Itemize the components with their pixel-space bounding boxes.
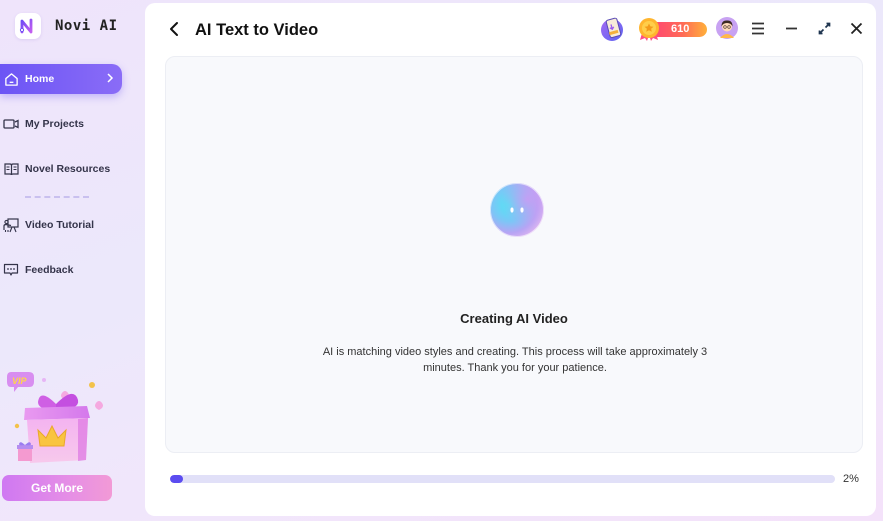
novi-logo-icon — [15, 13, 41, 39]
brand: Novi AI — [15, 13, 118, 39]
sidebar-item-home[interactable]: Home — [0, 64, 122, 94]
menu-button[interactable] — [751, 22, 765, 35]
sidebar-item-feedback[interactable]: Feedback — [0, 255, 122, 285]
chat-bubble-icon — [3, 262, 19, 278]
sidebar-item-label: Feedback — [25, 264, 74, 276]
minimize-button[interactable] — [785, 22, 798, 35]
medal-icon — [637, 17, 661, 41]
ai-orb-icon — [488, 181, 546, 239]
sidebar-item-my-projects[interactable]: My Projects — [0, 109, 122, 139]
get-more-button[interactable]: Get More — [2, 475, 112, 501]
video-generation-card: Creating AI Video AI is matching video s… — [165, 56, 863, 453]
chevron-right-icon — [106, 72, 114, 86]
sidebar: Novi AI Home My Projects Novel Resources… — [0, 0, 145, 521]
maximize-icon — [818, 22, 831, 35]
progress-fill — [170, 475, 184, 483]
sidebar-item-label: Video Tutorial — [25, 219, 95, 231]
avatar-icon — [716, 17, 738, 39]
minimize-icon — [786, 27, 797, 30]
menu-icon — [752, 22, 764, 35]
sidebar-item-label: Home — [25, 73, 55, 85]
points-badge[interactable]: 610 — [637, 17, 707, 41]
progress-label: 2% — [843, 473, 859, 485]
vip-badge-icon: VIP — [7, 372, 34, 392]
sidebar-item-video-tutorial[interactable]: Video Tutorial — [0, 210, 122, 240]
progress-bar — [170, 475, 835, 483]
sidebar-item-label: My Projects — [25, 118, 84, 130]
home-icon — [3, 71, 19, 87]
close-icon — [850, 22, 863, 35]
download-app-icon — [601, 17, 623, 41]
back-icon — [170, 22, 178, 36]
back-button[interactable] — [167, 19, 181, 39]
avatar[interactable] — [716, 17, 738, 39]
sidebar-divider — [25, 196, 89, 198]
sidebar-item-label: Novel Resources — [25, 163, 111, 175]
video-camera-icon — [3, 116, 19, 132]
close-button[interactable] — [850, 22, 863, 35]
main-panel: AI Text to Video 610 Creating AI Video A… — [145, 3, 876, 516]
maximize-button[interactable] — [818, 22, 831, 35]
vip-gift-illustration: VIP — [2, 368, 110, 472]
status-description: AI is matching video styles and creating… — [322, 346, 708, 374]
status-title: Creating AI Video — [460, 311, 568, 326]
page-title: AI Text to Video — [195, 21, 319, 39]
presentation-icon — [3, 217, 19, 233]
book-icon — [3, 161, 19, 177]
download-app-button[interactable] — [599, 16, 625, 42]
app-name: Novi AI — [55, 18, 118, 34]
vip-badge-text: VIP — [12, 376, 28, 386]
points-value: 610 — [671, 23, 690, 35]
sidebar-item-novel-resources[interactable]: Novel Resources — [0, 154, 122, 184]
header: AI Text to Video 610 — [145, 3, 876, 55]
